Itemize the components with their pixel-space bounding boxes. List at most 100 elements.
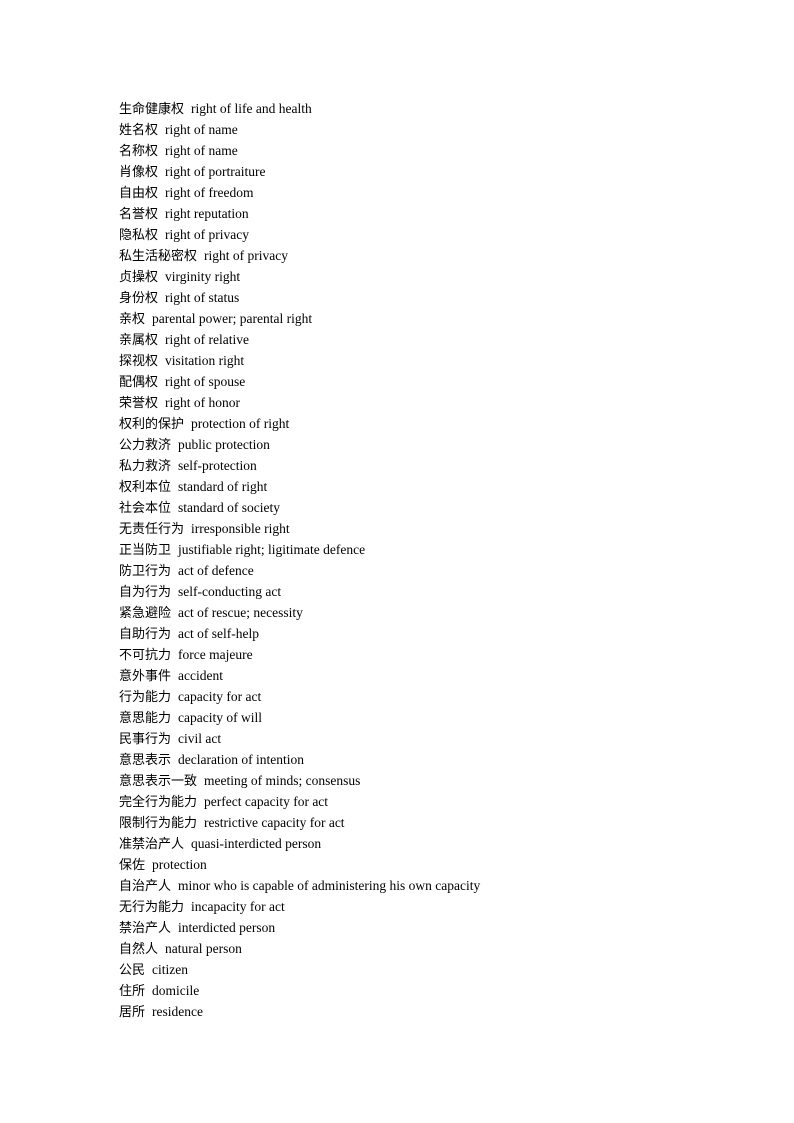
entry-gloss-english: protection of right (191, 416, 290, 431)
entry-term-chinese: 社会本位 (119, 501, 172, 516)
glossary-entry: 完全行为能力 perfect capacity for act (119, 791, 739, 812)
entry-term-chinese: 探视权 (119, 354, 159, 369)
entry-separator (184, 413, 191, 434)
entry-gloss-english: act of rescue; necessity (178, 605, 303, 620)
glossary-entry: 自然人 natural person (119, 938, 739, 959)
entry-separator (184, 896, 191, 917)
entry-term-chinese: 住所 (119, 984, 146, 999)
entry-term-chinese: 自然人 (119, 942, 159, 957)
entry-separator (171, 434, 178, 455)
entry-gloss-english: right of spouse (165, 374, 246, 389)
entry-gloss-english: right of privacy (165, 227, 249, 242)
entry-gloss-english: visitation right (165, 353, 245, 368)
glossary-entry: 民事行为 civil act (119, 728, 739, 749)
entry-separator (158, 224, 165, 245)
entry-gloss-english: justifiable right; ligitimate defence (178, 542, 366, 557)
entry-gloss-english: parental power; parental right (152, 311, 313, 326)
glossary-entry: 探视权 visitation right (119, 350, 739, 371)
entry-separator (158, 203, 165, 224)
entry-separator (171, 728, 178, 749)
glossary-entry: 荣誉权 right of honor (119, 392, 739, 413)
entry-gloss-english: citizen (152, 962, 188, 977)
entry-term-chinese: 配偶权 (119, 375, 159, 390)
entry-term-chinese: 生命健康权 (119, 102, 185, 117)
entry-term-chinese: 保佐 (119, 858, 146, 873)
entry-gloss-english: virginity right (165, 269, 241, 284)
entry-term-chinese: 准禁治产人 (119, 837, 185, 852)
entry-gloss-english: residence (152, 1004, 203, 1019)
glossary-entry: 防卫行为 act of defence (119, 560, 739, 581)
entry-separator (158, 938, 165, 959)
entry-separator (145, 1001, 152, 1022)
glossary-entry: 居所 residence (119, 1001, 739, 1022)
glossary-entry: 自为行为 self-conducting act (119, 581, 739, 602)
entry-gloss-english: interdicted person (178, 920, 276, 935)
entry-separator (145, 308, 152, 329)
glossary-entry: 配偶权 right of spouse (119, 371, 739, 392)
glossary-entry: 意思表示一致 meeting of minds; consensus (119, 770, 739, 791)
glossary-entry: 紧急避险 act of rescue; necessity (119, 602, 739, 623)
entry-separator (158, 119, 165, 140)
entry-separator (145, 980, 152, 1001)
entry-gloss-english: right of relative (165, 332, 249, 347)
entry-separator (171, 623, 178, 644)
entry-separator (171, 686, 178, 707)
entry-term-chinese: 居所 (119, 1005, 146, 1020)
glossary-entry: 不可抗力 force majeure (119, 644, 739, 665)
entry-separator (171, 749, 178, 770)
entry-term-chinese: 禁治产人 (119, 921, 172, 936)
entry-gloss-english: minor who is capable of administering hi… (178, 878, 481, 893)
entry-term-chinese: 自治产人 (119, 879, 172, 894)
entry-separator (197, 791, 204, 812)
glossary-entry: 住所 domicile (119, 980, 739, 1001)
entry-term-chinese: 名称权 (119, 144, 159, 159)
entry-gloss-english: capacity for act (178, 689, 262, 704)
glossary-entry: 公力救济 public protection (119, 434, 739, 455)
entry-gloss-english: capacity of will (178, 710, 262, 725)
entry-term-chinese: 意思表示一致 (119, 774, 198, 789)
entry-gloss-english: restrictive capacity for act (204, 815, 345, 830)
entry-term-chinese: 正当防卫 (119, 543, 172, 558)
entry-separator (145, 959, 152, 980)
entry-term-chinese: 无行为能力 (119, 900, 185, 915)
glossary-entry: 准禁治产人 quasi-interdicted person (119, 833, 739, 854)
entry-separator (171, 917, 178, 938)
glossary-entry: 权利本位 standard of right (119, 476, 739, 497)
entry-gloss-english: declaration of intention (178, 752, 304, 767)
entry-gloss-english: right of honor (165, 395, 241, 410)
glossary-entry: 行为能力 capacity for act (119, 686, 739, 707)
glossary-entry: 权利的保护 protection of right (119, 413, 739, 434)
entry-term-chinese: 亲属权 (119, 333, 159, 348)
entry-gloss-english: standard of right (178, 479, 268, 494)
glossary-entry: 隐私权 right of privacy (119, 224, 739, 245)
glossary-entry: 自治产人 minor who is capable of administeri… (119, 875, 739, 896)
entry-separator (197, 812, 204, 833)
glossary-entry: 生命健康权 right of life and health (119, 98, 739, 119)
entry-gloss-english: self-protection (178, 458, 257, 473)
entry-gloss-english: right of privacy (204, 248, 288, 263)
entry-gloss-english: right of portraiture (165, 164, 266, 179)
entry-separator (171, 455, 178, 476)
entry-gloss-english: right of name (165, 143, 238, 158)
entry-term-chinese: 亲权 (119, 312, 146, 327)
entry-gloss-english: right of name (165, 122, 238, 137)
entry-gloss-english: domicile (152, 983, 200, 998)
entry-gloss-english: right of life and health (191, 101, 312, 116)
entry-term-chinese: 权利的保护 (119, 417, 185, 432)
entry-term-chinese: 紧急避险 (119, 606, 172, 621)
entry-term-chinese: 行为能力 (119, 690, 172, 705)
entry-gloss-english: public protection (178, 437, 270, 452)
entry-separator (145, 854, 152, 875)
entry-term-chinese: 限制行为能力 (119, 816, 198, 831)
entry-separator (158, 350, 165, 371)
entry-term-chinese: 自助行为 (119, 627, 172, 642)
entry-term-chinese: 完全行为能力 (119, 795, 198, 810)
entry-separator (171, 707, 178, 728)
entry-separator (158, 266, 165, 287)
entry-term-chinese: 名誉权 (119, 207, 159, 222)
glossary-entry: 亲权 parental power; parental right (119, 308, 739, 329)
entry-term-chinese: 公民 (119, 963, 146, 978)
entry-gloss-english: right reputation (165, 206, 249, 221)
entry-separator (158, 392, 165, 413)
glossary-entry: 无行为能力 incapacity for act (119, 896, 739, 917)
